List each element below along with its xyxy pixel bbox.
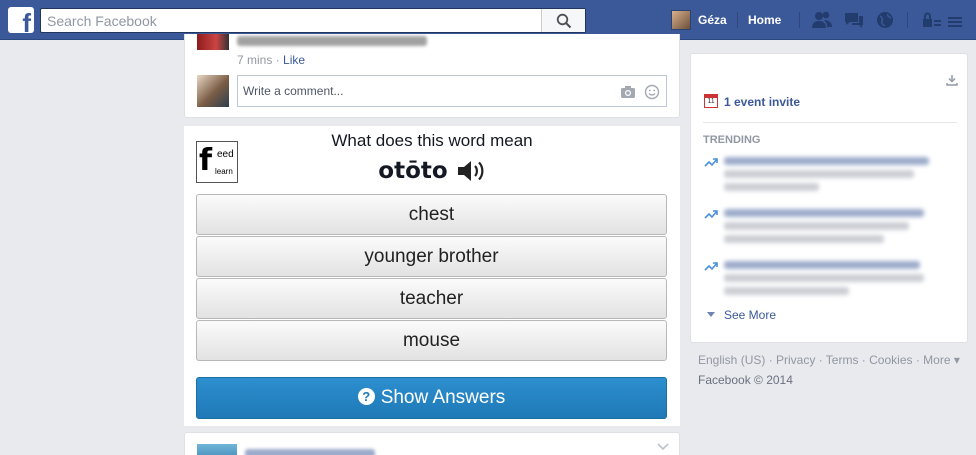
like-link[interactable]: Like xyxy=(283,53,305,67)
post-thumbnail[interactable] xyxy=(197,34,229,50)
quiz-question: What does this word mean xyxy=(331,131,533,150)
calendar-icon: 11 xyxy=(704,94,718,108)
post-meta: 7 mins · Like xyxy=(237,53,305,67)
footer-copyright: Facebook © 2014 xyxy=(698,373,793,387)
show-answers-label: Show Answers xyxy=(380,387,506,408)
home-link[interactable]: Home xyxy=(748,13,781,27)
question-mark-icon: ? xyxy=(357,388,375,405)
speaker-icon[interactable] xyxy=(456,160,486,182)
search-input[interactable] xyxy=(41,9,541,32)
footer-links[interactable]: English (US) · Privacy · Terms · Cookies… xyxy=(698,353,960,367)
show-answers-button[interactable]: ? Show Answers xyxy=(196,377,667,419)
post-thumbnail[interactable] xyxy=(197,444,237,455)
chevron-down-icon[interactable] xyxy=(657,443,669,451)
facebook-logo[interactable]: f xyxy=(8,7,34,33)
event-invite-link[interactable]: 1 event invite xyxy=(724,95,800,109)
account-menu-icon[interactable] xyxy=(946,10,964,30)
topbar-divider xyxy=(907,12,908,28)
answer-option[interactable]: teacher xyxy=(196,278,667,319)
search-button[interactable] xyxy=(541,9,585,32)
divider xyxy=(703,122,957,123)
see-more-link[interactable]: See More xyxy=(724,308,776,322)
search-box xyxy=(40,8,586,33)
user-avatar[interactable] xyxy=(671,10,691,30)
answer-option[interactable]: chest xyxy=(196,194,667,235)
emoji-icon[interactable] xyxy=(644,84,660,100)
commenter-avatar xyxy=(197,75,229,107)
trending-item[interactable] xyxy=(724,261,929,299)
notifications-globe-icon[interactable] xyxy=(874,10,896,30)
chevron-down-icon xyxy=(707,312,715,317)
privacy-shortcuts-icon[interactable] xyxy=(921,10,943,30)
trending-arrow-icon xyxy=(704,210,718,219)
post-timestamp[interactable]: 7 mins xyxy=(237,53,272,67)
feed-learn-quiz: f eed learn What does this word mean otō… xyxy=(184,126,680,426)
answer-option[interactable]: mouse xyxy=(196,320,667,361)
profile-link[interactable]: Géza xyxy=(698,13,727,27)
comment-input[interactable] xyxy=(238,76,598,106)
camera-icon[interactable] xyxy=(620,85,636,99)
topbar-divider xyxy=(737,12,738,28)
news-feed-post: 7 mins · Like xyxy=(184,34,680,118)
messages-icon[interactable] xyxy=(843,10,865,30)
search-icon xyxy=(556,13,572,29)
trending-arrow-icon xyxy=(704,262,718,271)
facebook-logo-letter: f xyxy=(22,8,31,33)
news-feed-post xyxy=(184,432,680,455)
quiz-word: otōto xyxy=(378,158,448,184)
quiz-word-row: otōto xyxy=(184,158,680,184)
right-sidebar-card: 11 1 event invite TRENDING See More xyxy=(690,53,968,343)
trending-arrow-icon xyxy=(704,158,718,167)
post-author-blurred[interactable] xyxy=(245,449,375,455)
friend-requests-icon[interactable] xyxy=(811,10,833,30)
trending-item[interactable] xyxy=(724,157,929,195)
trending-item[interactable] xyxy=(724,209,929,247)
answer-option[interactable]: younger brother xyxy=(196,236,667,277)
meta-separator: · xyxy=(275,53,280,67)
trending-heading: TRENDING xyxy=(703,134,761,146)
post-text-blurred xyxy=(237,36,427,46)
calendar-day: 11 xyxy=(707,98,715,105)
topbar-divider xyxy=(799,12,800,28)
comment-box xyxy=(237,75,667,107)
download-icon[interactable] xyxy=(946,74,958,86)
